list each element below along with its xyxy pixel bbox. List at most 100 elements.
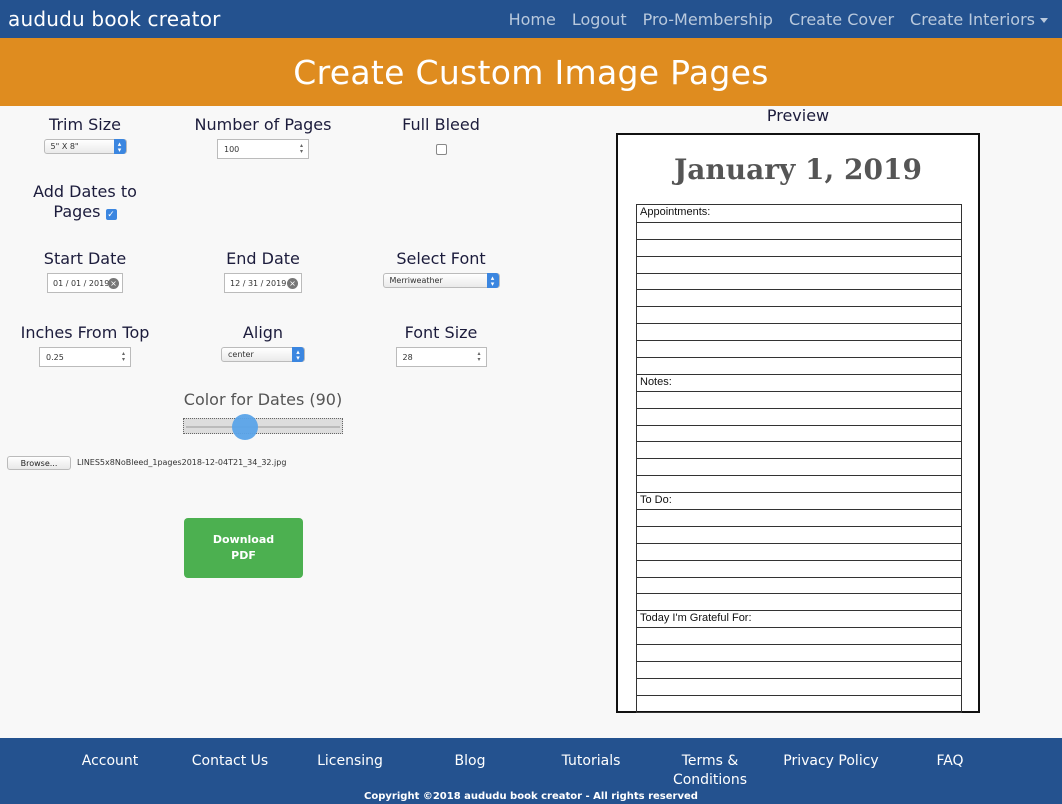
preview-frame: January 1, 2019 Appointments: Notes: To Do… [616, 133, 980, 713]
number-of-pages-value: 100 [224, 144, 240, 154]
inches-from-top-value: 0.25 [46, 352, 64, 362]
preview-row [637, 255, 961, 273]
align-select[interactable]: center ▴ ▾ [221, 347, 305, 362]
preview-row [637, 238, 961, 256]
font-select-value: Merriweather [389, 276, 443, 285]
spinner-icon: ▴ ▾ [121, 350, 125, 363]
preview-row [637, 407, 961, 425]
preview-row [637, 475, 961, 492]
preview-row [637, 677, 961, 695]
footer-link-tutorials[interactable]: Tutorials [551, 752, 631, 771]
slider-track [186, 426, 340, 428]
start-date-input[interactable]: 01 / 01 / 2019 × [47, 273, 123, 293]
page-title: Create Custom Image Pages [293, 52, 769, 92]
preview-title: Preview [766, 106, 830, 125]
font-size-input[interactable]: 28 ▴ ▾ [395, 347, 487, 367]
inches-from-top-input[interactable]: 0.25 ▴ ▾ [39, 347, 131, 367]
inches-from-top-field: Inches From Top 0.25 ▴ ▾ [10, 323, 160, 367]
preview-row: To Do: [637, 492, 961, 509]
footer-link-faq[interactable]: FAQ [925, 752, 975, 771]
top-navbar: aududu book creator Home Logout Pro-Memb… [0, 0, 1062, 38]
download-pdf-button[interactable]: Download PDF [184, 518, 303, 578]
brand-logo[interactable]: aududu book creator [8, 7, 221, 31]
preview-date: January 1, 2019 [674, 153, 922, 186]
nav-create-interiors-label: Create Interiors [910, 9, 1035, 29]
file-name: LINES5x8NoBleed_1pages2018-12-04T21_34_3… [77, 458, 287, 467]
select-arrows-icon: ▴ ▾ [113, 139, 126, 154]
footer-link-account[interactable]: Account [70, 752, 150, 771]
clear-icon[interactable]: × [108, 278, 119, 289]
page-banner: Create Custom Image Pages [0, 38, 1062, 106]
add-dates-label-text: Add Dates to Pages [33, 182, 137, 221]
footer-link-licensing[interactable]: Licensing [310, 752, 390, 771]
preview-row [637, 525, 961, 543]
nav-links: Home Logout Pro-Membership Create Cover … [509, 10, 1048, 29]
full-bleed-field: Full Bleed [391, 115, 491, 155]
preview-row [637, 340, 961, 357]
select-arrows-icon: ▴ ▾ [292, 347, 304, 362]
preview-row [637, 306, 961, 323]
browse-button[interactable]: Browse... [7, 456, 71, 470]
start-date-field: Start Date 01 / 01 / 2019 × [25, 249, 145, 293]
select-font-label: Select Font [396, 249, 486, 268]
font-size-label: Font Size [404, 323, 478, 342]
preview-row [637, 593, 961, 610]
footer-link-terms[interactable]: Terms & Conditions [665, 752, 755, 790]
preview-row: Appointments: [640, 206, 711, 218]
end-date-field: End Date 12 / 31 / 2019 × [203, 249, 323, 293]
preview-row: Today I'm Grateful For: [637, 610, 961, 627]
number-of-pages-input[interactable]: 100 ▴ ▾ [217, 139, 309, 159]
spinner-icon: ▴ ▾ [477, 350, 481, 363]
add-dates-checkbox[interactable]: ✓ [105, 209, 117, 220]
preview-row [637, 458, 961, 475]
font-size-value: 28 [402, 352, 413, 362]
nav-home[interactable]: Home [509, 10, 556, 29]
add-dates-field: Add Dates to Pages ✓ [15, 182, 155, 222]
nav-logout[interactable]: Logout [572, 10, 627, 29]
font-select[interactable]: Merriweather ▴ ▾ [382, 273, 500, 288]
number-of-pages-label: Number of Pages [194, 115, 332, 134]
trim-size-label: Trim Size [49, 115, 121, 134]
nav-pro-membership[interactable]: Pro-Membership [643, 10, 773, 29]
preview-row [637, 509, 961, 526]
end-date-label: End Date [226, 249, 300, 268]
clear-icon[interactable]: × [287, 278, 298, 289]
preview-row [637, 542, 961, 560]
preview-row [637, 424, 961, 442]
preview-row: Notes: [637, 373, 961, 391]
slider-knob[interactable] [232, 414, 258, 440]
footer: Account Contact Us Licensing Blog Tutori… [0, 738, 1062, 804]
copyright-text: Copyright ©2018 aududu book creator - Al… [364, 791, 698, 802]
select-font-field: Select Font Merriweather ▴ ▾ [381, 249, 501, 288]
preview-row [637, 357, 961, 374]
trim-size-select[interactable]: 5" X 8" ▴ ▾ [43, 139, 127, 154]
color-for-dates-label: Color for Dates (90) [183, 390, 343, 409]
preview-row [637, 627, 961, 644]
spinner-icon: ▴ ▾ [299, 142, 303, 155]
preview-row [637, 289, 961, 306]
preview-row [637, 559, 961, 577]
preview-row [637, 694, 961, 712]
start-date-label: Start Date [43, 249, 127, 268]
start-date-value: 01 / 01 / 2019 [53, 278, 110, 288]
align-value: center [228, 350, 254, 359]
footer-link-privacy-policy[interactable]: Privacy Policy [776, 752, 886, 771]
number-of-pages-field: Number of Pages 100 ▴ ▾ [188, 115, 338, 159]
preview-row [637, 390, 961, 408]
color-for-dates-field: Color for Dates (90) [163, 390, 363, 410]
preview-row [637, 323, 961, 340]
font-size-field: Font Size 28 ▴ ▾ [381, 323, 501, 367]
full-bleed-checkbox[interactable] [435, 144, 447, 155]
color-slider[interactable] [183, 414, 343, 440]
footer-link-contact-us[interactable]: Contact Us [185, 752, 275, 771]
align-label: Align [242, 323, 284, 342]
end-date-input[interactable]: 12 / 31 / 2019 × [224, 273, 302, 293]
footer-link-blog[interactable]: Blog [440, 752, 500, 771]
add-dates-label: Add Dates to Pages ✓ [15, 182, 155, 222]
nav-create-cover[interactable]: Create Cover [789, 10, 894, 29]
preview-row [637, 576, 961, 594]
trim-size-value: 5" X 8" [50, 142, 79, 151]
caret-down-icon [1040, 17, 1048, 23]
select-arrows-icon: ▴ ▾ [486, 273, 499, 288]
nav-create-interiors[interactable]: Create Interiors [910, 10, 1048, 29]
